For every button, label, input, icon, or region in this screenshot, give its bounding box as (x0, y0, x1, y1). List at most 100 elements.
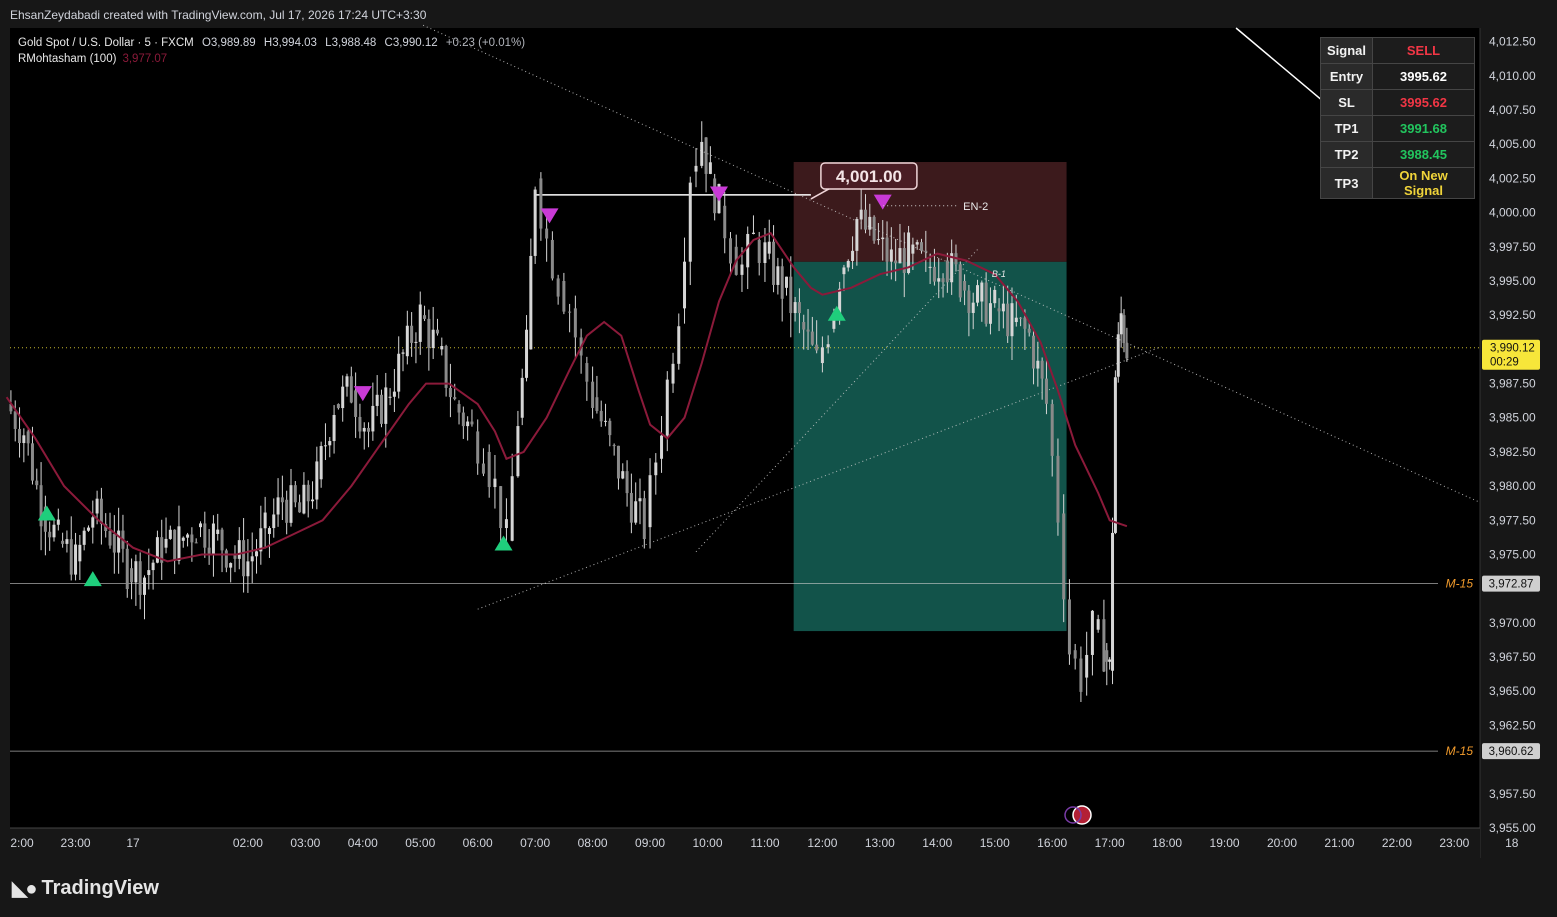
candle-body (776, 266, 780, 285)
candle-body (250, 556, 254, 562)
candle-body (585, 363, 589, 382)
y-tick-label: 4,007.50 (1489, 103, 1536, 117)
candle-body (345, 376, 349, 387)
candle-body (1036, 360, 1040, 369)
candle-body (1001, 303, 1005, 312)
candle-body (889, 249, 893, 262)
time-axis[interactable] (0, 828, 1480, 858)
candle-body (780, 266, 784, 299)
candle-body (1102, 619, 1106, 672)
candle-body (612, 445, 616, 447)
x-tick-label: 17 (126, 836, 140, 850)
legend-symbol[interactable]: Gold Spot / U.S. Dollar · 5 · FXCM (18, 37, 194, 49)
candle-body (493, 478, 497, 488)
candle-body (1085, 654, 1089, 678)
tradingview-logo-icon: ◣● (12, 878, 38, 900)
signal-table-value: 3995.62 (1372, 63, 1476, 90)
candle-body (332, 414, 336, 442)
y-tick-label: 3,992.50 (1489, 308, 1536, 322)
candle-body (13, 411, 17, 429)
candle-body (203, 523, 207, 548)
candle-body (61, 540, 65, 544)
plot-area[interactable] (10, 28, 1480, 828)
candle-body (1113, 377, 1117, 533)
candle-body (595, 397, 599, 411)
candle-body (740, 264, 744, 275)
candle-body (562, 280, 566, 312)
candle-body (638, 498, 642, 502)
candle-body (928, 266, 932, 268)
candle-body (280, 497, 284, 503)
candle-body (276, 497, 280, 515)
legend-high: 3,994.03 (272, 37, 317, 49)
candle-body (224, 550, 228, 568)
signal-table-label: Entry (1319, 63, 1374, 90)
y-tick-label: 3,967.50 (1489, 650, 1536, 664)
candle-body (911, 244, 915, 254)
candle-body (1105, 650, 1109, 662)
x-tick-label: 08:00 (578, 836, 608, 850)
candle-body (86, 527, 90, 531)
x-tick-label: 20:00 (1267, 836, 1297, 850)
tradingview-logo[interactable]: ◣● TradingView (12, 876, 159, 901)
candle-body (708, 162, 712, 174)
candle-body (22, 435, 26, 444)
candle-body (728, 238, 732, 264)
candle-body (91, 517, 95, 528)
price-axis[interactable] (1480, 28, 1557, 858)
y-tick-label: 3,995.00 (1489, 274, 1536, 288)
signal-table-row: SL 3995.62 (1319, 89, 1476, 116)
candle-body (48, 531, 52, 538)
candle-body (35, 480, 39, 486)
signal-table: Signal SELL Entry 3995.62 SL 3995.62 TP1 3991.6… (1319, 37, 1476, 199)
legend-indicator-name[interactable]: RMohtasham (100) (18, 53, 116, 65)
candle-body (868, 216, 872, 230)
y-tick-label: 4,005.00 (1489, 137, 1536, 151)
y-tick-label: 3,977.50 (1489, 513, 1536, 527)
candle-body (414, 341, 418, 343)
candle-body (642, 498, 646, 540)
candle-body (654, 462, 658, 476)
signal-table-label: Signal (1319, 37, 1374, 64)
callout-text: 4,001.00 (836, 167, 902, 186)
candle-body (362, 427, 366, 432)
candle-body (700, 141, 704, 166)
candle-body (405, 325, 409, 357)
candle-body (487, 451, 491, 488)
level-label: M-15 (1446, 744, 1474, 758)
candle-body (704, 137, 708, 174)
candle-body (604, 420, 608, 422)
candle-body (194, 542, 198, 544)
candle-body (1050, 404, 1054, 456)
candle-body (539, 178, 543, 229)
candle-body (481, 463, 485, 474)
candle-body (155, 537, 159, 563)
candle-body (872, 216, 876, 241)
text-mark: B-1 (992, 269, 1006, 279)
candle-body (190, 534, 194, 543)
candle-body (634, 501, 638, 523)
candle-body (263, 512, 267, 529)
x-tick-label: 18:00 (1152, 836, 1182, 850)
candle-body (520, 377, 524, 418)
signal-table-label: SL (1319, 89, 1374, 116)
candle-body (470, 421, 474, 425)
candle-body (1014, 317, 1018, 323)
signal-table-value: 3995.62 (1372, 89, 1476, 116)
candle-body (349, 376, 353, 403)
legend-price-row: Gold Spot / U.S. Dollar · 5 · FXCM O3,98… (18, 35, 525, 51)
candle-body (1010, 303, 1014, 337)
candle-body (448, 387, 452, 398)
last-price-tag-text: 3,990.12 (1490, 343, 1535, 355)
candle-body (444, 346, 448, 388)
x-tick-label: 2:00 (10, 836, 34, 850)
y-tick-label: 3,982.50 (1489, 445, 1536, 459)
candle-body (941, 278, 945, 283)
candle-body (932, 266, 936, 282)
candle-body (18, 428, 22, 444)
candle-body (418, 304, 422, 342)
candle-body (401, 352, 405, 354)
x-tick-label: 05:00 (405, 836, 435, 850)
candle-body (56, 519, 60, 525)
candle-body (573, 308, 577, 338)
